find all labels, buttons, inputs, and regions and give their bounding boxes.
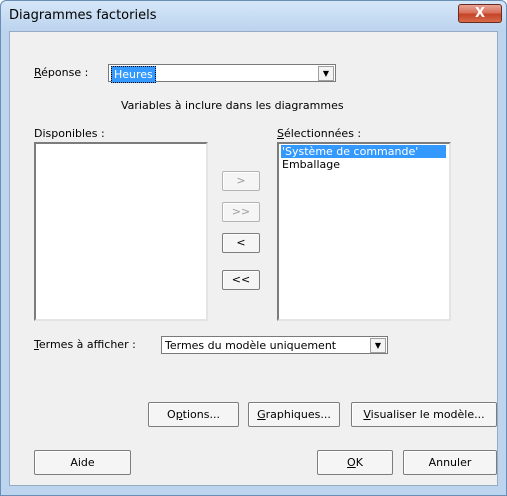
add-button[interactable]: > [222, 171, 260, 191]
add-all-button[interactable]: >> [222, 202, 260, 222]
ok-button[interactable]: OK [317, 450, 393, 475]
close-button[interactable]: X [458, 4, 502, 23]
terms-dropdown[interactable]: Termes du modèle uniquement ▼ [161, 336, 388, 354]
response-label: Réponse : [34, 66, 89, 79]
options-button[interactable]: Options... [148, 402, 239, 427]
dialog-window: Diagrammes factoriels X Réponse : Heures… [0, 0, 507, 496]
selected-listbox[interactable]: 'Système de commande' Emballage [277, 142, 451, 321]
help-button[interactable]: Aide [34, 450, 131, 475]
title-bar[interactable]: Diagrammes factoriels X [1, 1, 506, 31]
terms-label: Termes à afficher : [34, 338, 136, 351]
response-dropdown[interactable]: Heures ▼ [108, 64, 336, 83]
available-listbox[interactable] [34, 142, 208, 321]
window-title: Diagrammes factoriels [9, 8, 157, 23]
view-model-button[interactable]: Visualiser le modèle... [351, 402, 497, 427]
chevron-down-icon[interactable]: ▼ [318, 66, 334, 81]
list-item[interactable]: 'Système de commande' [281, 145, 446, 158]
variables-heading: Variables à inclure dans les diagrammes [121, 99, 344, 112]
cancel-button[interactable]: Annuler [403, 450, 497, 475]
dialog-client-area: Réponse : Heures ▼ Variables à inclure d… [9, 31, 498, 486]
available-label: Disponibles : [34, 127, 105, 140]
remove-all-button[interactable]: << [222, 270, 260, 290]
list-item[interactable]: Emballage [281, 158, 446, 171]
remove-button[interactable]: < [222, 233, 260, 253]
terms-value: Termes du modèle uniquement [165, 339, 337, 352]
selected-label: Sélectionnées : [277, 127, 362, 140]
response-value: Heures [111, 66, 156, 83]
chevron-down-icon[interactable]: ▼ [370, 338, 386, 353]
graphs-button[interactable]: Graphiques... [248, 402, 340, 427]
